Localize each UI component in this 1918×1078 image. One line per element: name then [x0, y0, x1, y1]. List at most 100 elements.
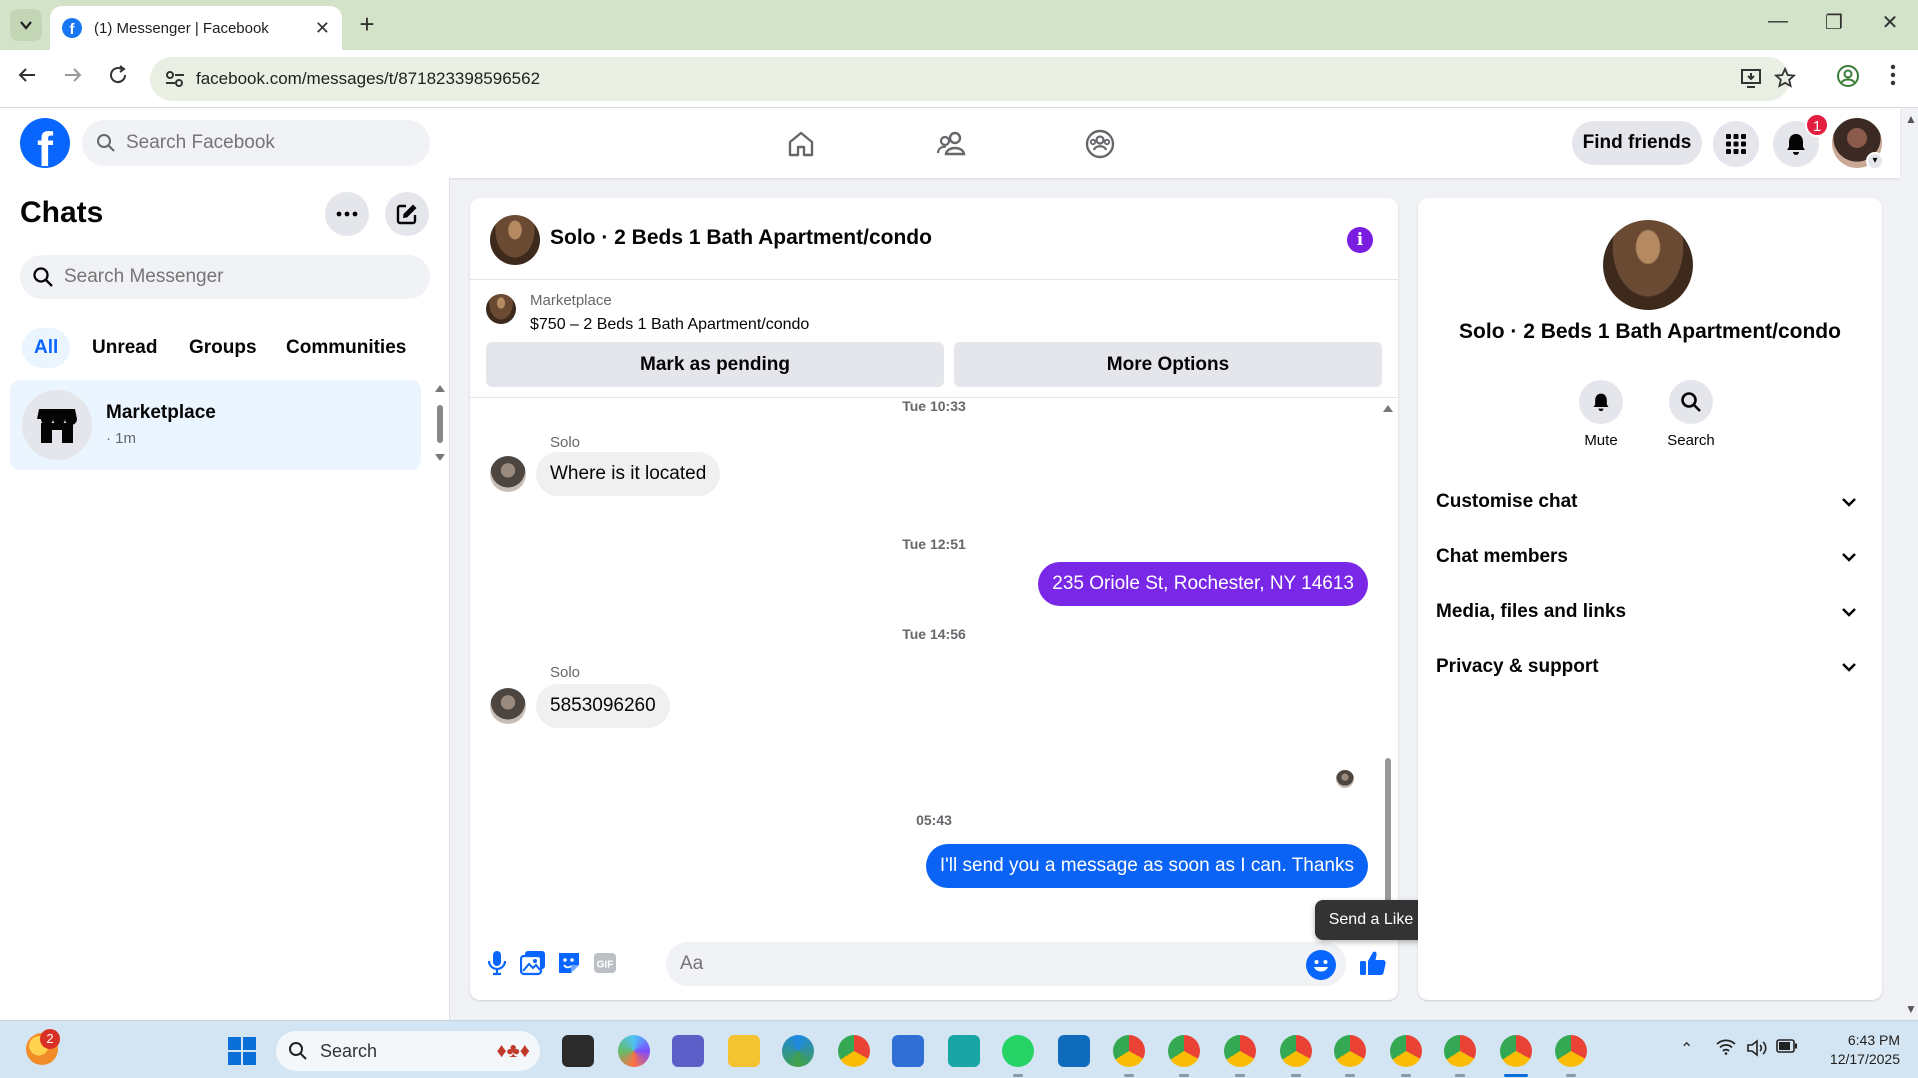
more-options-button[interactable]: More Options	[954, 342, 1382, 387]
chat-info-avatar[interactable]	[1603, 220, 1693, 310]
conversation-avatar[interactable]	[490, 215, 540, 265]
chrome-profile-icon[interactable]	[1280, 1035, 1312, 1067]
outlook-icon[interactable]	[1058, 1035, 1090, 1067]
profile-icon[interactable]	[1833, 64, 1863, 94]
file-explorer-icon[interactable]	[728, 1035, 760, 1067]
wifi-icon[interactable]	[1716, 1039, 1736, 1060]
teams-icon[interactable]	[672, 1035, 704, 1067]
whatsapp-icon[interactable]	[1002, 1035, 1034, 1067]
copilot-icon[interactable]	[618, 1035, 650, 1067]
groups-nav-button[interactable]	[1078, 122, 1122, 166]
kebab-menu-icon[interactable]	[1878, 64, 1908, 94]
filter-groups[interactable]: Groups	[177, 328, 269, 368]
filter-communities[interactable]: Communities	[274, 328, 418, 368]
conversation-title[interactable]: Solo · 2 Beds 1 Bath Apartment/condo	[550, 226, 932, 250]
site-settings-icon[interactable]	[164, 68, 186, 90]
chrome-profile-icon[interactable]	[1444, 1035, 1476, 1067]
sender-avatar[interactable]	[490, 688, 526, 724]
chrome-profile-icon[interactable]	[1224, 1035, 1256, 1067]
browser-tab-messenger[interactable]: f (1) Messenger | Facebook ✕	[50, 6, 342, 50]
chat-members-section[interactable]: Chat members	[1436, 535, 1864, 579]
privacy-support-section[interactable]: Privacy & support	[1436, 645, 1864, 689]
incoming-message[interactable]: 5853096260	[536, 684, 670, 728]
app-icon[interactable]	[948, 1035, 980, 1067]
tab-search-button[interactable]	[10, 9, 42, 41]
customise-chat-section[interactable]: Customise chat	[1436, 480, 1864, 524]
message-input-box[interactable]	[666, 942, 1346, 986]
windows-taskbar: 2 Search ♦♣♦ ⌃ 6:43 PM 12/17/2025	[0, 1020, 1918, 1078]
minimize-button[interactable]: —	[1758, 10, 1798, 33]
outgoing-message[interactable]: 235 Oriole St, Rochester, NY 14613	[1038, 562, 1368, 606]
new-tab-button[interactable]: +	[352, 10, 382, 40]
mark-as-pending-button[interactable]: Mark as pending	[486, 342, 944, 387]
find-friends-button[interactable]: Find friends	[1572, 121, 1702, 165]
home-nav-button[interactable]	[779, 122, 823, 166]
filter-all[interactable]: All	[22, 328, 71, 368]
timestamp: Tue 14:56	[902, 626, 966, 642]
facebook-search-input[interactable]	[126, 132, 406, 154]
mute-action[interactable]: Mute	[1561, 380, 1641, 449]
back-arrow-icon[interactable]	[12, 64, 42, 94]
info-icon[interactable]: i	[1347, 227, 1373, 253]
page-scroll-down-icon[interactable]: ▼	[1905, 1002, 1917, 1016]
microphone-icon[interactable]	[482, 948, 512, 978]
chrome-icon[interactable]	[838, 1035, 870, 1067]
outgoing-message[interactable]: I'll send you a message as soon as I can…	[925, 844, 1368, 888]
thread-scrollbar[interactable]	[1382, 403, 1394, 918]
restore-button[interactable]: ❐	[1814, 10, 1854, 35]
sender-avatar[interactable]	[490, 456, 526, 492]
chrome-profile-icon[interactable]	[1168, 1035, 1200, 1067]
section-label: Privacy & support	[1436, 656, 1599, 677]
chat-options-button[interactable]	[325, 192, 369, 236]
address-bar[interactable]: facebook.com/messages/t/871823398596562	[150, 57, 1797, 101]
sticker-icon[interactable]	[554, 948, 584, 978]
browser-tab-strip: f (1) Messenger | Facebook ✕ + — ❐ ✕	[0, 0, 1918, 50]
friends-nav-button[interactable]	[930, 122, 974, 166]
taskbar-clock[interactable]: 6:43 PM 12/17/2025	[1810, 1031, 1900, 1069]
media-files-links-section[interactable]: Media, files and links	[1436, 590, 1864, 634]
chat-list-scrollbar[interactable]	[434, 383, 446, 463]
page-scroll-up-icon[interactable]: ▲	[1905, 112, 1917, 126]
task-view-icon[interactable]	[562, 1035, 594, 1067]
chrome-profile-icon[interactable]	[1334, 1035, 1366, 1067]
search-action[interactable]: Search	[1651, 380, 1731, 449]
listing-thumbnail[interactable]	[486, 294, 516, 324]
search-highlight-icon: ♦♣♦	[496, 1039, 530, 1062]
close-window-button[interactable]: ✕	[1870, 10, 1910, 35]
menu-button[interactable]	[1713, 121, 1759, 167]
chevron-up-icon[interactable]: ⌃	[1680, 1039, 1693, 1059]
emoji-icon[interactable]	[1306, 950, 1336, 980]
volume-icon[interactable]	[1746, 1039, 1768, 1062]
bell-icon	[1787, 134, 1805, 155]
reload-icon[interactable]	[103, 64, 133, 94]
messenger-search-box[interactable]	[20, 255, 430, 299]
account-chevron-icon[interactable]: ▾	[1866, 152, 1884, 170]
read-receipt-avatar	[1336, 770, 1354, 788]
taskbar-search[interactable]: Search ♦♣♦	[276, 1031, 540, 1071]
message-input[interactable]	[680, 953, 1280, 975]
install-app-icon[interactable]	[1740, 67, 1762, 95]
battery-icon[interactable]	[1776, 1039, 1798, 1058]
facebook-logo-icon[interactable]: f	[20, 118, 70, 168]
tab-close-icon[interactable]: ✕	[315, 18, 330, 39]
store-icon[interactable]	[892, 1035, 924, 1067]
incoming-message[interactable]: Where is it located	[536, 452, 721, 496]
bookmark-star-icon[interactable]	[1773, 66, 1797, 95]
photo-attach-icon[interactable]	[518, 948, 548, 978]
chrome-profile-icon[interactable]	[1555, 1035, 1587, 1067]
messenger-search-input[interactable]	[64, 266, 404, 288]
edge-icon[interactable]	[782, 1035, 814, 1067]
chat-list-item[interactable]: Marketplace · 1m	[10, 380, 421, 470]
forward-arrow-icon[interactable]	[58, 64, 88, 94]
thumbs-up-icon[interactable]	[1358, 948, 1388, 978]
sender-name: Solo	[550, 434, 581, 451]
listing-title[interactable]: $750 – 2 Beds 1 Bath Apartment/condo	[530, 316, 809, 334]
chrome-profile-icon-active[interactable]	[1500, 1035, 1532, 1067]
chrome-profile-icon[interactable]	[1390, 1035, 1422, 1067]
windows-start-icon[interactable]	[226, 1035, 258, 1067]
gif-icon[interactable]: GIF	[590, 948, 620, 978]
filter-unread[interactable]: Unread	[80, 328, 169, 368]
facebook-search-box[interactable]	[82, 120, 430, 166]
chrome-profile-icon[interactable]	[1113, 1035, 1145, 1067]
new-message-button[interactable]	[385, 192, 429, 236]
